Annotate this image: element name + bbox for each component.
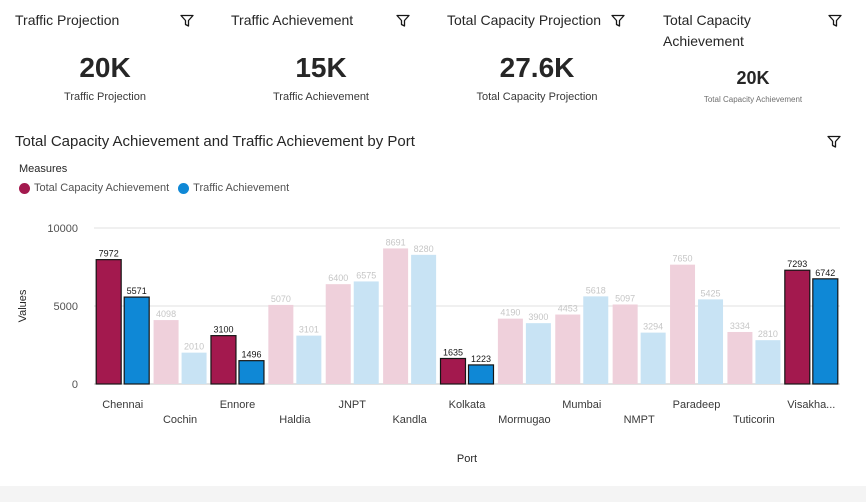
bar-total-capacity[interactable] xyxy=(95,259,122,385)
bar-total-capacity[interactable] xyxy=(784,269,811,385)
y-axis-title: Values xyxy=(17,289,29,322)
data-label: 6575 xyxy=(356,270,376,280)
data-label: 3900 xyxy=(528,312,548,322)
data-label: 3334 xyxy=(730,321,750,331)
x-tick-label: JNPT xyxy=(338,399,366,411)
data-label: 5070 xyxy=(271,294,291,304)
data-label: 3294 xyxy=(643,322,663,332)
bar-total-capacity[interactable] xyxy=(153,320,179,384)
x-tick-label: Kolkata xyxy=(449,399,487,411)
data-label: 4453 xyxy=(558,304,578,314)
data-label: 5571 xyxy=(127,286,147,296)
data-label: 1635 xyxy=(443,347,463,357)
bar-traffic[interactable] xyxy=(238,360,265,385)
data-label: 7972 xyxy=(99,249,119,259)
data-label: 3100 xyxy=(213,325,233,335)
bar-total-capacity[interactable] xyxy=(268,304,294,384)
x-tick-label: Tuticorin xyxy=(733,414,775,426)
bar-traffic[interactable] xyxy=(353,281,379,384)
bar-traffic[interactable] xyxy=(583,296,609,384)
data-label: 5097 xyxy=(615,293,635,303)
x-tick-label: Chennai xyxy=(102,399,143,411)
bar-total-capacity[interactable] xyxy=(210,335,237,385)
x-tick-label: Visakha... xyxy=(787,399,835,411)
data-label: 7650 xyxy=(673,254,693,264)
bar-traffic[interactable] xyxy=(812,278,839,385)
bar-total-capacity[interactable] xyxy=(612,304,638,384)
bar-traffic[interactable] xyxy=(296,335,322,384)
bar-total-capacity[interactable] xyxy=(727,331,753,384)
bar-traffic[interactable] xyxy=(755,340,781,384)
bar-chart: 0 5000 10000 Values Port 7972 5571 Chennai 4098 2… xyxy=(17,223,840,465)
bar-total-capacity[interactable] xyxy=(670,264,696,384)
data-label: 5425 xyxy=(701,288,721,298)
bar-total-capacity[interactable] xyxy=(555,314,581,384)
data-label: 5618 xyxy=(586,285,606,295)
data-label: 6400 xyxy=(328,273,348,283)
y-tick-label: 5000 xyxy=(54,301,78,313)
bar-traffic[interactable] xyxy=(525,323,551,384)
bar-total-capacity[interactable] xyxy=(497,318,523,384)
x-tick-label: Mormugao xyxy=(498,414,551,426)
x-axis-title: Port xyxy=(457,453,477,465)
data-label: 6742 xyxy=(815,268,835,278)
y-tick-label: 0 xyxy=(72,379,78,391)
x-tick-label: Kandla xyxy=(392,414,427,426)
data-label: 1223 xyxy=(471,354,491,364)
data-label: 2810 xyxy=(758,329,778,339)
dashboard-panel: Traffic Projection 20K Traffic Projectio… xyxy=(0,0,866,486)
data-label: 2010 xyxy=(184,342,204,352)
x-tick-label: Ennore xyxy=(220,399,255,411)
y-tick-label: 10000 xyxy=(47,223,78,235)
x-tick-label: Haldia xyxy=(279,414,311,426)
x-tick-label: Cochin xyxy=(163,414,197,426)
bar-traffic[interactable] xyxy=(698,299,724,384)
x-tick-label: NMPT xyxy=(624,414,655,426)
data-label: 8280 xyxy=(414,244,434,254)
bar-total-capacity[interactable] xyxy=(325,284,351,384)
bar-traffic[interactable] xyxy=(467,364,495,385)
data-label: 4190 xyxy=(500,308,520,318)
bar-traffic[interactable] xyxy=(123,296,150,385)
x-tick-label: Paradeep xyxy=(673,399,721,411)
data-label: 4098 xyxy=(156,309,176,319)
bar-total-capacity[interactable] xyxy=(383,248,409,384)
data-label: 1496 xyxy=(241,350,261,360)
data-label: 8691 xyxy=(386,237,406,247)
bar-traffic[interactable] xyxy=(411,254,437,384)
bar-traffic[interactable] xyxy=(640,332,666,384)
bar-traffic[interactable] xyxy=(181,352,207,384)
bar-total-capacity[interactable] xyxy=(439,357,467,385)
x-tick-label: Mumbai xyxy=(562,399,601,411)
data-label: 7293 xyxy=(787,259,807,269)
data-label: 3101 xyxy=(299,325,319,335)
